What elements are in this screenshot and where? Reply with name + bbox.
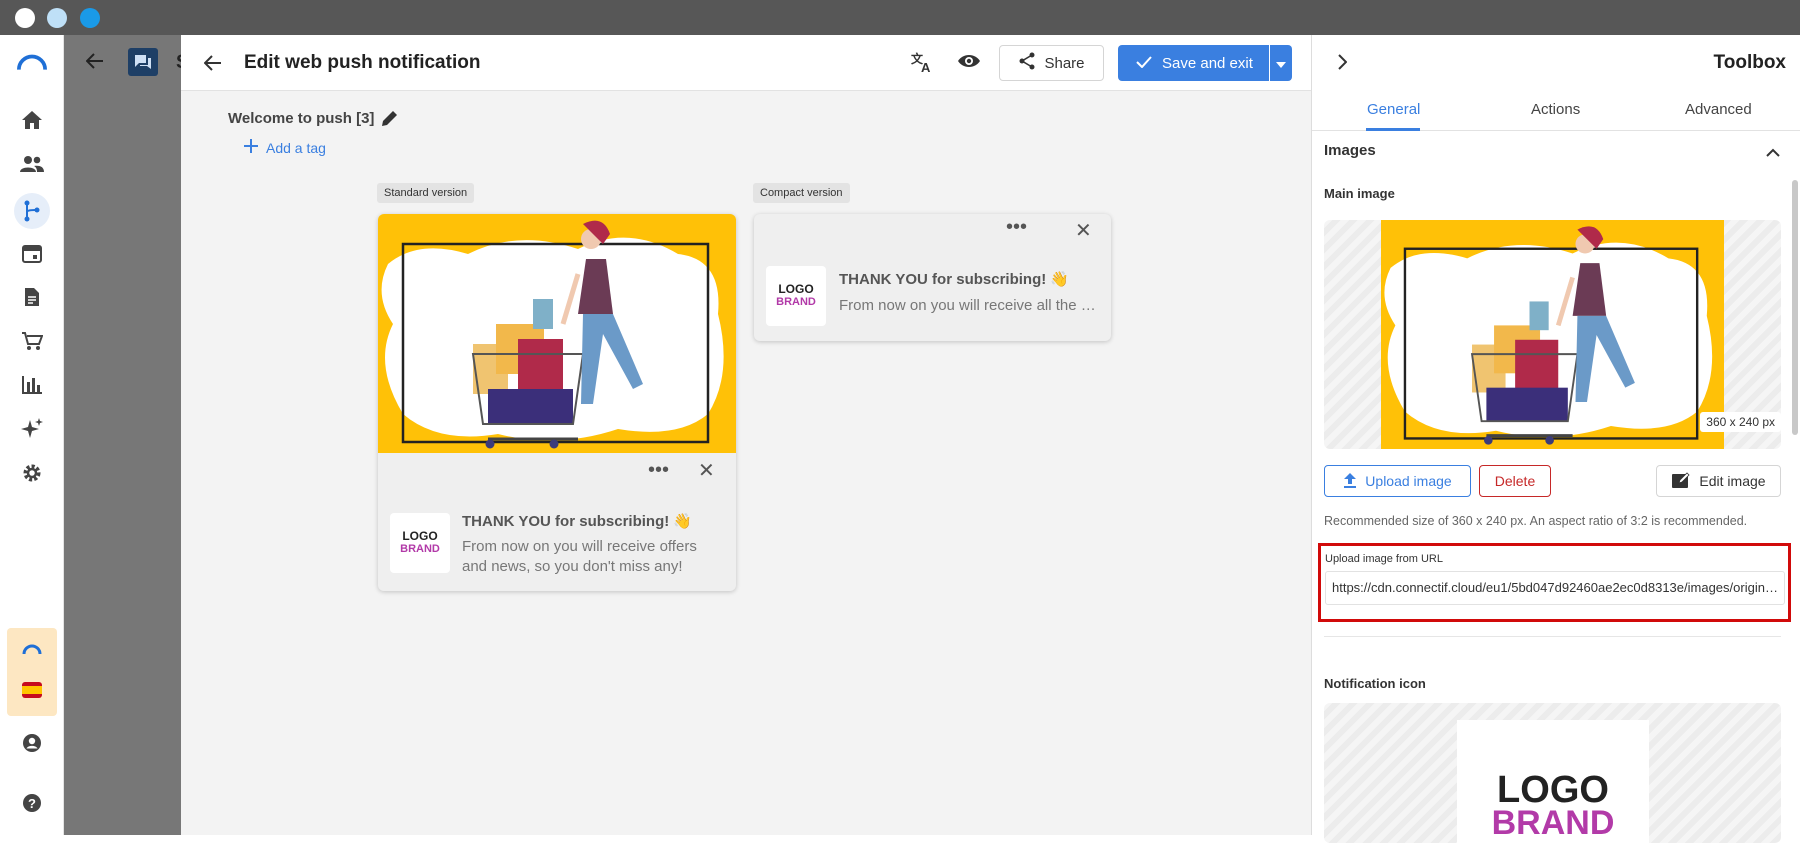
contacts-icon[interactable] bbox=[17, 149, 47, 179]
spain-flag-icon bbox=[22, 682, 42, 698]
plus-icon bbox=[244, 139, 258, 156]
add-tag-link[interactable]: Add a tag bbox=[244, 139, 326, 156]
compact-version-label: Compact version bbox=[753, 183, 850, 203]
standard-notification-title: THANK YOU for subscribing! 👋 bbox=[462, 513, 693, 530]
edit-image-label: Edit image bbox=[1699, 473, 1766, 489]
main-image-label: Main image bbox=[1324, 186, 1395, 201]
help-icon[interactable]: ? bbox=[17, 788, 47, 818]
svg-text:A: A bbox=[921, 60, 931, 73]
image-size-badge: 360 x 240 px bbox=[1700, 412, 1781, 432]
toolbox-scrollbar[interactable] bbox=[1792, 180, 1798, 435]
editor-header: Edit web push notification 文A Share Save… bbox=[181, 35, 1311, 91]
window-minimize-dot[interactable] bbox=[47, 8, 67, 28]
compact-close-icon[interactable]: ✕ bbox=[1075, 218, 1092, 243]
tab-actions[interactable]: Actions bbox=[1531, 101, 1580, 118]
toolbox-tabs: General Actions Advanced bbox=[1312, 91, 1800, 131]
push-editor-panel: Edit web push notification 文A Share Save… bbox=[181, 35, 1311, 835]
window-close-dot[interactable] bbox=[15, 8, 35, 28]
campaign-name: Welcome to push [3] bbox=[228, 110, 375, 127]
compact-notification-title: THANK YOU for subscribing! 👋 bbox=[839, 271, 1070, 288]
check-icon bbox=[1136, 55, 1152, 72]
upload-image-label: Upload image bbox=[1365, 473, 1452, 489]
standard-notification-body-line1: From now on you will receive offers bbox=[462, 538, 697, 555]
image-url-input[interactable]: https://cdn.connectif.cloud/eu1/5bd047d9… bbox=[1325, 571, 1785, 605]
preview-eye-icon[interactable] bbox=[957, 53, 981, 74]
notification-icon-logo-brand: LOGO BRAND bbox=[1457, 720, 1649, 843]
collapse-toolbox-chevron-icon[interactable] bbox=[1337, 54, 1348, 75]
toolbox-panel: Toolbox General Actions Advanced Images … bbox=[1311, 35, 1800, 843]
section-divider bbox=[1324, 636, 1781, 637]
standard-close-icon[interactable]: ✕ bbox=[698, 458, 715, 483]
window-maximize-dot[interactable] bbox=[80, 8, 100, 28]
add-tag-label: Add a tag bbox=[266, 139, 326, 156]
upload-image-button[interactable]: Upload image bbox=[1324, 465, 1471, 497]
standard-logo-brand: LOGO BRAND bbox=[390, 513, 450, 573]
save-and-exit-main[interactable]: Save and exit bbox=[1118, 45, 1269, 81]
compact-preview-card[interactable]: ••• ✕ LOGO BRAND THANK YOU for subscribi… bbox=[754, 214, 1111, 341]
editor-title: Edit web push notification bbox=[244, 52, 481, 73]
main-image-preview[interactable]: 360 x 240 px bbox=[1324, 220, 1781, 449]
background-chat-icon bbox=[128, 48, 158, 76]
standard-more-options-icon[interactable]: ••• bbox=[648, 459, 669, 482]
app-sidebar: ? bbox=[0, 35, 64, 835]
background-back-arrow-icon bbox=[85, 53, 104, 74]
standard-preview-card[interactable]: ••• ✕ LOGO BRAND THANK YOU for subscribi… bbox=[378, 214, 736, 591]
delete-image-label: Delete bbox=[1494, 473, 1536, 489]
edit-image-button[interactable]: Edit image bbox=[1656, 465, 1781, 497]
home-icon[interactable] bbox=[17, 105, 47, 135]
notification-icon-preview[interactable]: LOGO BRAND bbox=[1324, 703, 1781, 843]
notification-icon-label: Notification icon bbox=[1324, 676, 1426, 691]
calendar-icon[interactable] bbox=[17, 238, 47, 268]
upload-icon bbox=[1343, 472, 1357, 491]
share-button[interactable]: Share bbox=[999, 45, 1104, 81]
images-section-title[interactable]: Images bbox=[1324, 142, 1376, 159]
ai-sparkle-icon[interactable] bbox=[17, 414, 47, 444]
background-page-overlay: S bbox=[64, 35, 189, 835]
window-titlebar bbox=[0, 0, 1800, 35]
share-label: Share bbox=[1044, 54, 1085, 72]
app-logo-icon[interactable] bbox=[17, 48, 47, 78]
delete-image-button[interactable]: Delete bbox=[1479, 465, 1551, 497]
chevron-up-icon[interactable] bbox=[1766, 144, 1780, 162]
user-account-icon[interactable] bbox=[17, 728, 47, 758]
standard-version-label: Standard version bbox=[377, 183, 475, 203]
save-and-exit-label: Save and exit bbox=[1162, 54, 1253, 72]
workflows-icon[interactable] bbox=[14, 193, 50, 229]
edit-name-pencil-icon[interactable] bbox=[381, 109, 399, 132]
compact-notification-body: From now on you will receive all the … bbox=[839, 297, 1096, 314]
tab-advanced[interactable]: Advanced bbox=[1685, 101, 1752, 118]
standard-notification-body-line2: and news, so you don't miss any! bbox=[462, 558, 683, 575]
save-options-dropdown[interactable] bbox=[1269, 45, 1292, 81]
chevron-down-icon bbox=[1276, 55, 1286, 72]
analytics-icon[interactable] bbox=[17, 370, 47, 400]
compact-more-options-icon[interactable]: ••• bbox=[1006, 216, 1027, 239]
upload-from-url-label: Upload image from URL bbox=[1325, 553, 1443, 565]
content-icon[interactable] bbox=[17, 282, 47, 312]
cart-icon[interactable] bbox=[17, 326, 47, 356]
image-size-hint: Recommended size of 360 x 240 px. An asp… bbox=[1324, 514, 1748, 528]
upload-from-url-highlight: Upload image from URL https://cdn.connec… bbox=[1318, 543, 1791, 622]
standard-hero-image bbox=[378, 214, 736, 453]
back-arrow-icon[interactable] bbox=[203, 55, 222, 76]
main-image-thumbnail bbox=[1381, 220, 1724, 449]
settings-gear-icon[interactable] bbox=[17, 458, 47, 488]
account-switcher[interactable] bbox=[7, 628, 57, 716]
toolbox-title: Toolbox bbox=[1713, 52, 1786, 73]
active-tab-indicator bbox=[1366, 128, 1420, 131]
account-logo-icon bbox=[22, 642, 42, 660]
translate-icon[interactable]: 文A bbox=[911, 51, 935, 78]
compact-logo-brand: LOGO BRAND bbox=[766, 266, 826, 326]
share-icon bbox=[1018, 52, 1036, 74]
tab-general[interactable]: General bbox=[1367, 101, 1420, 118]
image-edit-icon bbox=[1671, 471, 1691, 492]
svg-text:?: ? bbox=[28, 796, 36, 811]
save-and-exit-button[interactable]: Save and exit bbox=[1118, 45, 1292, 81]
